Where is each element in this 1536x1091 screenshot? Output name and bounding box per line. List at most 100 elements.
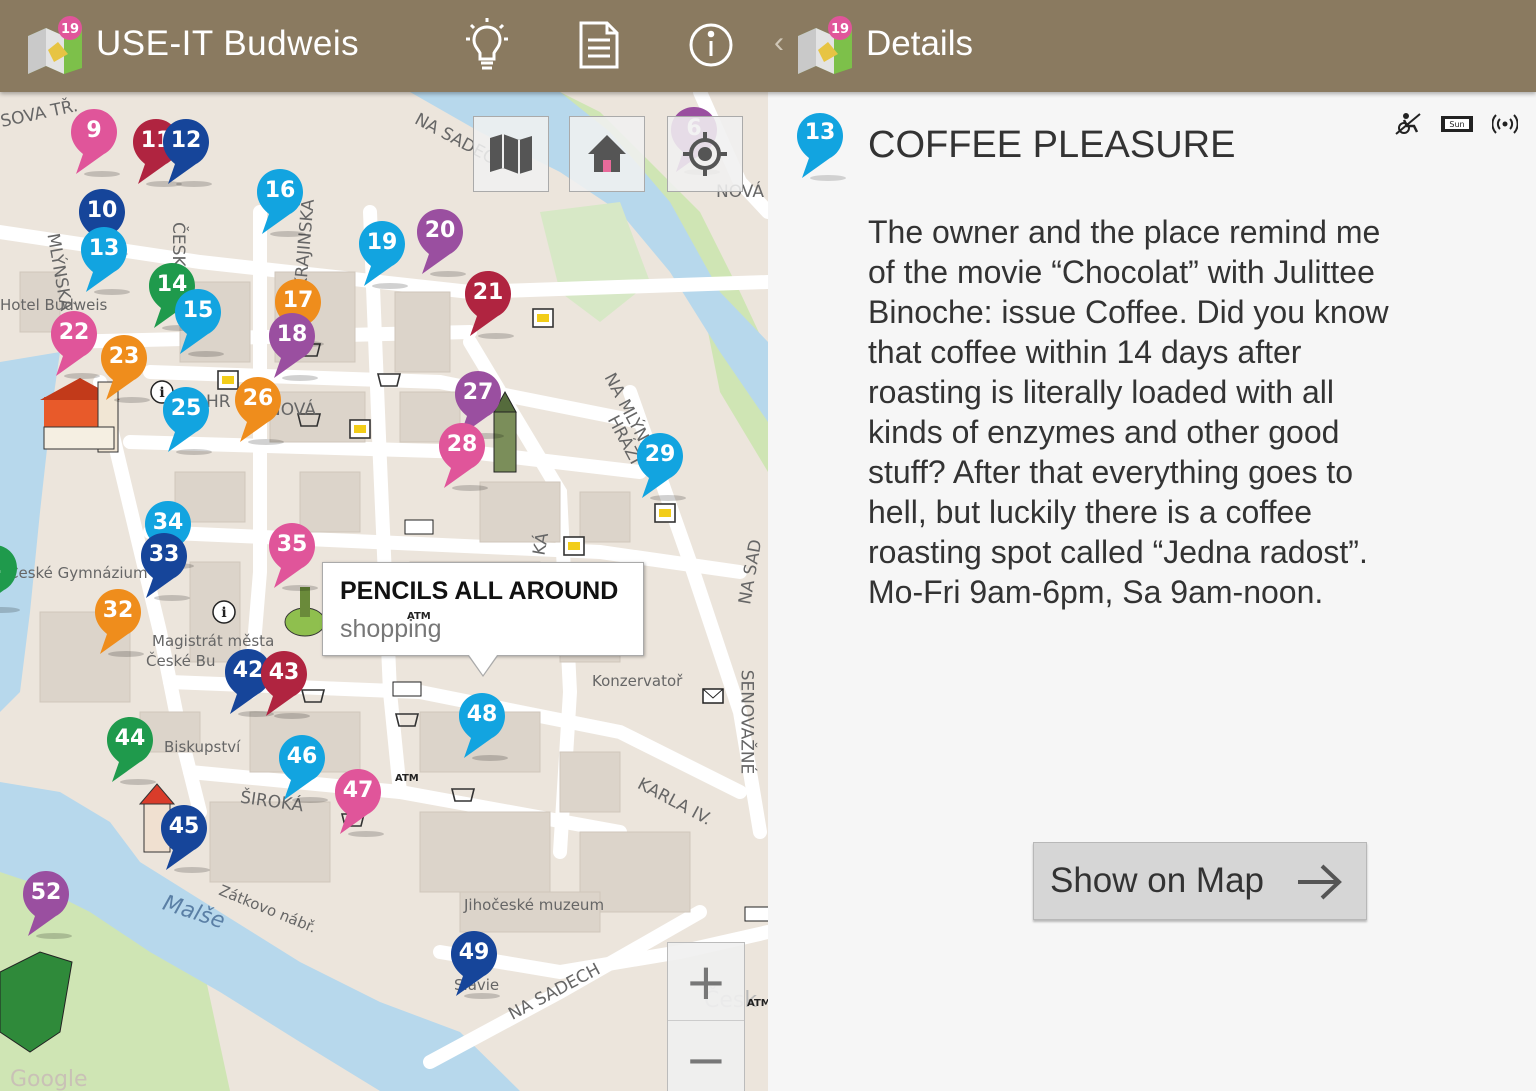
pin-number: 32: [102, 598, 134, 623]
street-label: Konzervatoř: [592, 672, 683, 690]
street-label: SENOVAŽNÉ: [736, 669, 757, 775]
status-icons: Sun: [1394, 112, 1518, 136]
show-on-map-label: Show on Map: [1050, 861, 1265, 900]
map-info-callout[interactable]: PENCILS ALL AROUND shopping: [322, 562, 644, 677]
map-pin-13[interactable]: 13: [80, 226, 134, 296]
back-chevron-icon[interactable]: ‹: [774, 26, 784, 60]
show-on-map-button[interactable]: Show on Map: [1033, 842, 1367, 920]
svg-text:19: 19: [61, 22, 79, 37]
pin-number: 22: [58, 320, 90, 345]
document-icon[interactable]: [568, 14, 630, 76]
map-pin-16[interactable]: 16: [256, 168, 310, 238]
pin-number: 35: [276, 532, 308, 557]
details-logo-icon[interactable]: 19: [794, 16, 854, 74]
map-pin-21[interactable]: 21: [464, 270, 518, 340]
zoom-out-button[interactable]: −: [668, 1021, 744, 1091]
map-pin-26[interactable]: 26: [234, 376, 288, 446]
map-pin-20[interactable]: 20: [416, 208, 470, 278]
arrow-right-icon: [1298, 864, 1342, 900]
atm-icon: ATM: [747, 998, 768, 1009]
pin-number: 28: [446, 432, 478, 457]
map-pin-48[interactable]: 48: [458, 692, 512, 762]
map-pin-47[interactable]: 47: [334, 768, 388, 838]
lightbulb-icon[interactable]: [456, 14, 518, 76]
map-pin-32[interactable]: 32: [94, 588, 148, 658]
pin-number: 19: [366, 230, 398, 255]
pin-number: 49: [458, 940, 490, 965]
map-pin-45[interactable]: 45: [160, 804, 214, 874]
pin-number: 27: [462, 380, 494, 405]
map-view[interactable]: ii SOVA TŘ. NA SADECH NOVÁ MLÝNSKÁ ČESKÁ…: [0, 92, 768, 1091]
map-pin-19[interactable]: 19: [358, 220, 412, 290]
app-title: USE-IT Budweis: [96, 24, 360, 63]
pin-number: 13: [804, 120, 836, 145]
pin-number: 48: [466, 702, 498, 727]
pin-number: 1: [0, 554, 18, 579]
street-label: České Gymnázium: [8, 564, 148, 582]
street-label: Biskupství: [164, 738, 241, 756]
place-description: The owner and the place remind me of the…: [868, 214, 1389, 610]
svg-text:19: 19: [831, 22, 849, 37]
map-pin-44[interactable]: 44: [106, 716, 160, 786]
category-pin-icon: 13: [796, 112, 850, 182]
map-layers-icon: [490, 134, 532, 174]
google-logo: Google: [10, 1067, 88, 1091]
atm-icon: ATM: [407, 611, 431, 622]
pin-number: 25: [170, 396, 202, 421]
map-pin-25[interactable]: 25: [162, 386, 216, 456]
pin-number: 44: [114, 726, 146, 751]
no-wheelchair-icon: [1395, 113, 1421, 135]
map-pin-9[interactable]: 9: [70, 108, 124, 178]
map-pin-29[interactable]: 29: [636, 432, 690, 502]
map-pin-43[interactable]: 43: [260, 650, 314, 720]
pin-number: 16: [264, 178, 296, 203]
pin-number: 45: [168, 814, 200, 839]
map-pin-12[interactable]: 12: [162, 118, 216, 188]
map-layers-button[interactable]: [473, 116, 549, 192]
svg-text:i: i: [221, 605, 226, 621]
details-panel: 13 COFFEE PLEASURE Sun The owner and the…: [768, 92, 1536, 1091]
street-label: Jihočeské muzeum: [464, 896, 605, 914]
map-pin-28[interactable]: 28: [438, 422, 492, 492]
pin-number: 26: [242, 386, 274, 411]
pin-number: 13: [88, 236, 120, 261]
pin-number: 29: [644, 442, 676, 467]
callout-pointer: [469, 655, 497, 675]
action-bar: 19 USE-IT Budweis ‹ 19 Details: [0, 0, 1536, 92]
map-pin-18[interactable]: 18: [268, 312, 322, 382]
pin-number: 33: [148, 542, 180, 567]
details-title: Details: [866, 24, 973, 63]
map-pin-49[interactable]: 49: [450, 930, 504, 1000]
svg-text:Sun: Sun: [1449, 120, 1464, 129]
map-pin-15[interactable]: 15: [174, 288, 228, 358]
map-pin-22[interactable]: 22: [50, 310, 104, 380]
map-pin-23[interactable]: 23: [100, 334, 154, 404]
pin-number: 10: [86, 198, 118, 223]
app-logo-icon[interactable]: 19: [24, 16, 84, 74]
wifi-icon: [1492, 114, 1518, 134]
pin-number: 23: [108, 344, 140, 369]
pin-number: 21: [472, 280, 504, 305]
locate-icon: [683, 132, 727, 176]
zoom-controls: + −: [667, 942, 745, 1091]
map-pin-52[interactable]: 52: [22, 870, 76, 940]
pin-number: 9: [86, 118, 102, 143]
info-icon[interactable]: [680, 14, 742, 76]
pin-number: 12: [170, 128, 202, 153]
map-pin-33[interactable]: 33: [140, 532, 194, 602]
sun-icon: Sun: [1441, 116, 1473, 132]
zoom-in-button[interactable]: +: [668, 943, 744, 1021]
pin-number: 17: [282, 288, 314, 313]
street-label: České Bu: [146, 652, 216, 670]
map-pin-46[interactable]: 46: [278, 734, 332, 804]
atm-icon: ATM: [395, 773, 419, 784]
home-button[interactable]: [569, 116, 645, 192]
pin-number: 15: [182, 298, 214, 323]
map-pin-1[interactable]: 1: [0, 544, 24, 614]
place-heading: COFFEE PLEASURE: [868, 124, 1236, 166]
pin-number: 20: [424, 218, 456, 243]
map-pin-35[interactable]: 35: [268, 522, 322, 592]
locate-button[interactable]: [667, 116, 743, 192]
pin-number: 46: [286, 744, 318, 769]
pin-number: 47: [342, 778, 374, 803]
